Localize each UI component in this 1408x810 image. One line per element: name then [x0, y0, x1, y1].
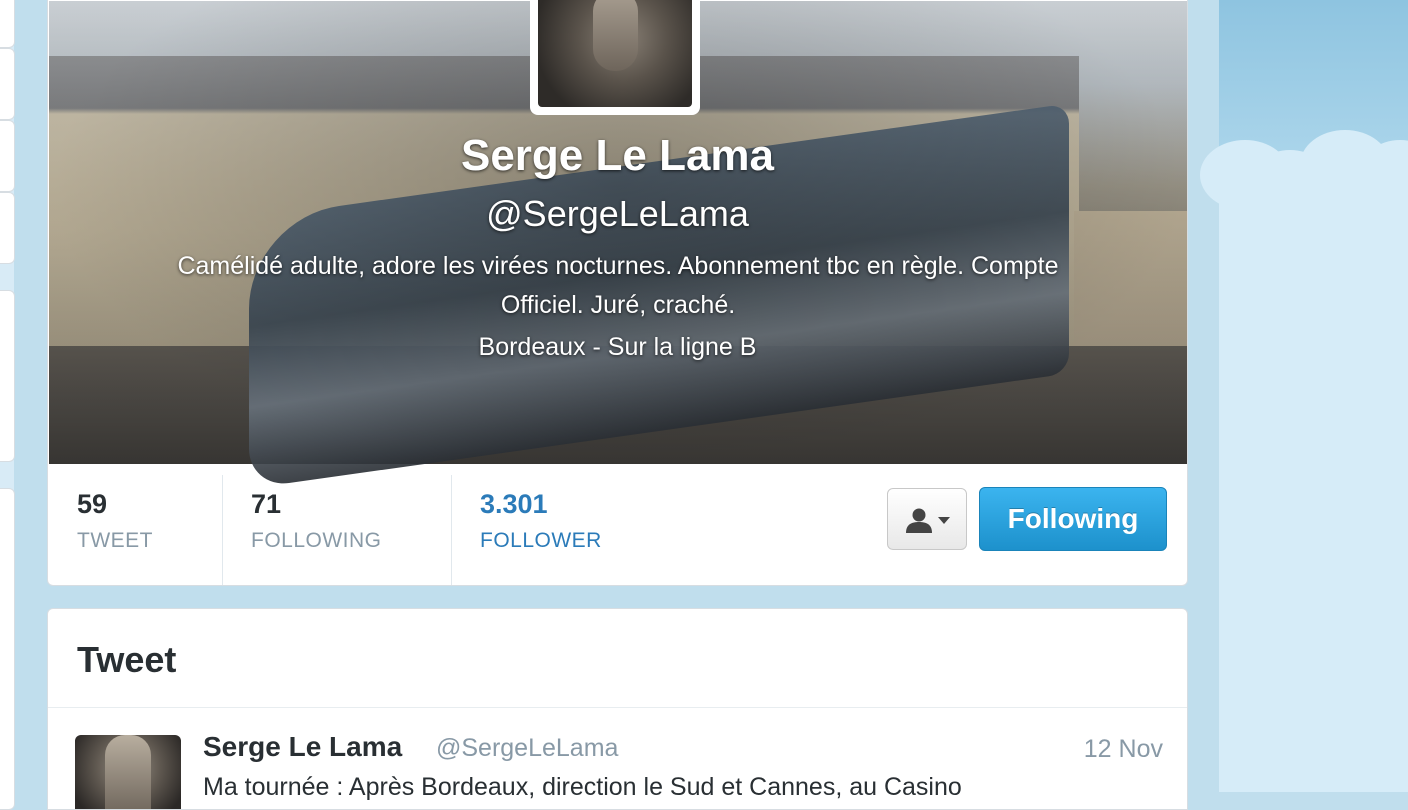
left-card [0, 192, 15, 264]
stat-tweets[interactable]: 59 TWEET [49, 475, 223, 585]
profile-card: Serge Le Lama @SergeLeLama Camélidé adul… [47, 0, 1188, 586]
background-clouds [1219, 170, 1408, 792]
timeline-panel: Tweet Serge Le Lama @SergeLeLama 12 Nov … [47, 608, 1188, 810]
profile-name: Serge Le Lama [460, 131, 775, 180]
stat-tweets-label: TWEET [77, 529, 153, 552]
timeline-heading: Tweet [77, 639, 177, 680]
profile-handle[interactable]: @SergeLeLama [48, 193, 1187, 235]
following-button[interactable]: Following [979, 487, 1167, 551]
chevron-down-icon [938, 517, 950, 524]
stat-tweets-value: 59 [77, 489, 108, 519]
tweet-timestamp[interactable]: 12 Nov [1084, 735, 1163, 764]
stat-followers[interactable]: 3.301 FOLLOWER [452, 475, 752, 585]
stat-followers-value: 3.301 [480, 489, 548, 519]
left-card [0, 488, 15, 810]
stat-following[interactable]: 71 FOLLOWING [223, 475, 452, 585]
tweet-avatar[interactable] [75, 735, 181, 809]
llama-image [593, 0, 638, 71]
avatar-image [538, 0, 692, 107]
llama-image [105, 735, 151, 809]
stat-following-label: FOLLOWING [251, 529, 382, 552]
stat-followers-label: FOLLOWER [480, 529, 602, 552]
tweet-author-handle[interactable]: @SergeLeLama [436, 734, 618, 763]
left-card [0, 290, 15, 462]
left-card [0, 48, 15, 120]
profile-bio: Camélidé adulte, adore les virées noctur… [177, 252, 1059, 319]
tweet-author-name[interactable]: Serge Le Lama [203, 731, 402, 763]
profile-avatar[interactable] [530, 0, 700, 115]
tweet-text: Ma tournée : Après Bordeaux, direction l… [203, 773, 962, 801]
stat-following-value: 71 [251, 489, 282, 519]
user-icon [906, 508, 932, 533]
profile-stats: 59 TWEET 71 FOLLOWING 3.301 FOLLOWER Fol… [49, 475, 1187, 585]
left-card [0, 0, 15, 48]
user-actions-button[interactable] [887, 488, 967, 550]
left-card [0, 120, 15, 192]
divider [48, 707, 1187, 708]
profile-location: Bordeaux - Sur la ligne B [478, 333, 757, 361]
